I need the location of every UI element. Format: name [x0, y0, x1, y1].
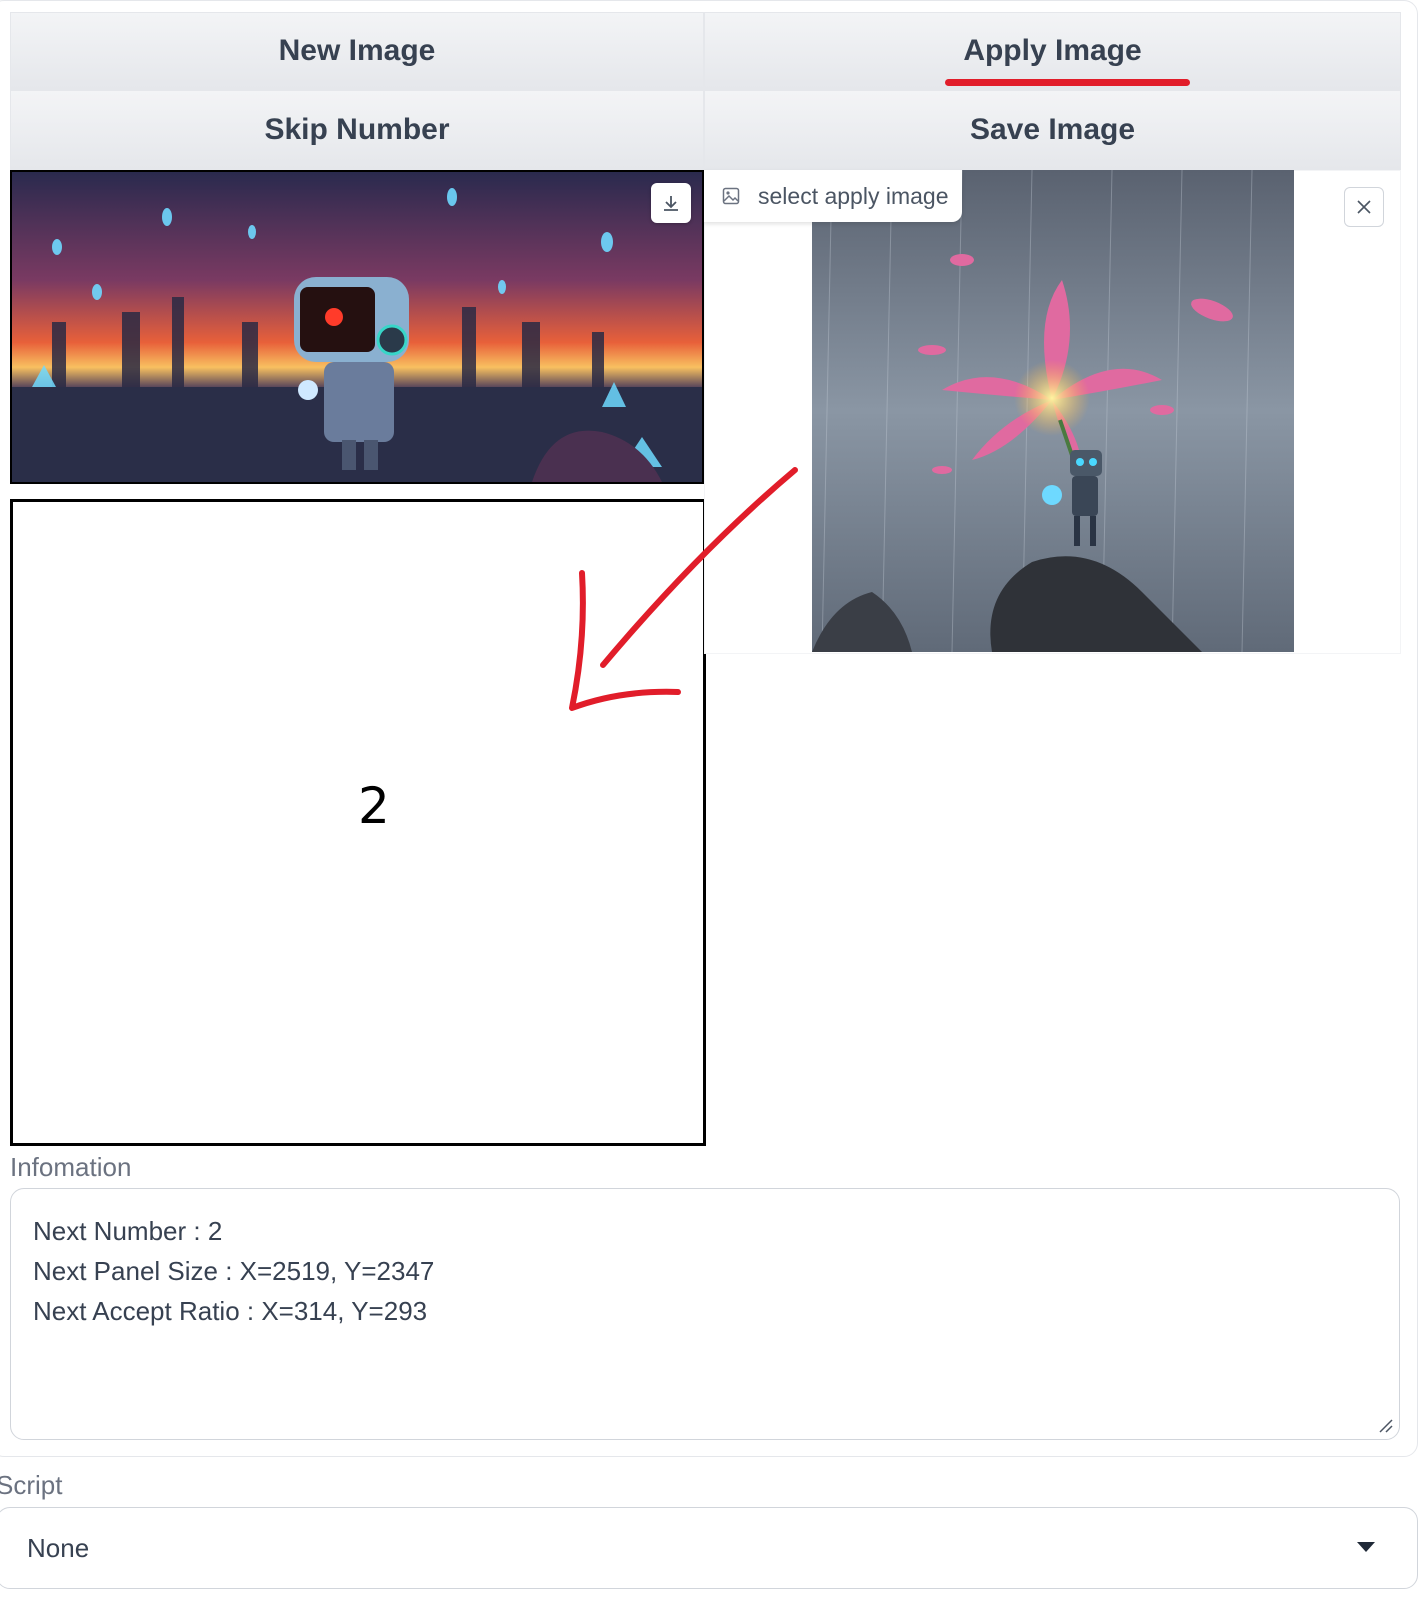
download-icon	[664, 196, 678, 211]
information-textarea[interactable]: Next Number : 2 Next Panel Size : X=2519…	[10, 1188, 1400, 1440]
new-image-button[interactable]: New Image	[10, 12, 704, 90]
output-image	[10, 170, 704, 484]
close-icon	[1357, 200, 1371, 214]
script-selected-value: None	[27, 1532, 90, 1563]
download-button[interactable]	[651, 183, 691, 223]
next-panel-preview: 2	[10, 499, 706, 1146]
info-next-number: Next Number : 2	[33, 1216, 223, 1246]
image-icon	[722, 187, 740, 205]
script-dropdown[interactable]: None	[0, 1507, 1418, 1589]
skip-number-button[interactable]: Skip Number	[10, 90, 704, 170]
apply-image-label-text: select apply image	[758, 182, 949, 209]
apply-image-preview	[812, 170, 1294, 652]
info-next-accept-ratio: Next Accept Ratio : X=314, Y=293	[33, 1296, 428, 1326]
resize-handle-icon[interactable]	[1377, 1417, 1393, 1433]
panel-number: 2	[358, 777, 390, 835]
clear-image-button[interactable]	[1344, 187, 1384, 227]
script-label: Script	[0, 1470, 63, 1500]
info-next-panel-size: Next Panel Size : X=2519, Y=2347	[33, 1256, 435, 1286]
save-image-button[interactable]: Save Image	[704, 90, 1401, 170]
annotation-underline	[945, 79, 1190, 86]
chevron-down-icon	[1357, 1542, 1375, 1552]
information-label: Infomation	[10, 1152, 132, 1182]
apply-image-label: select apply image	[704, 170, 962, 222]
app-page: New Image Apply Image Skip Number Save I…	[0, 0, 1419, 1601]
